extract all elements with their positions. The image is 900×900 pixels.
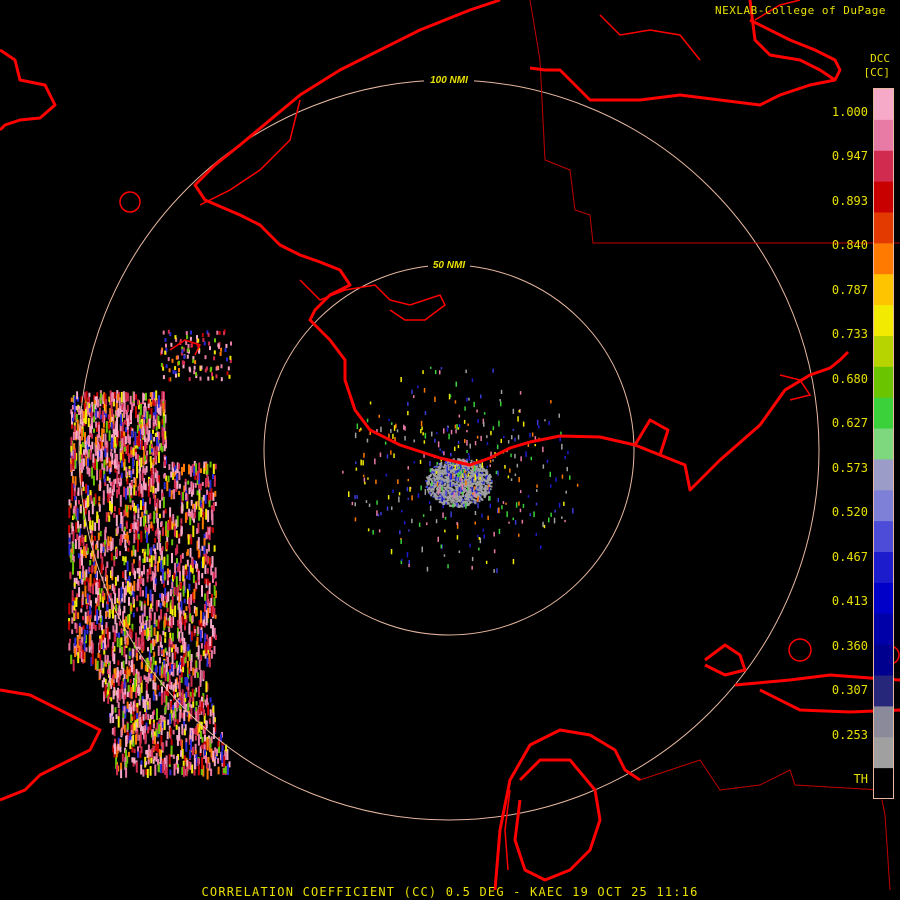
boundary-lines bbox=[529, 0, 900, 891]
legend-band bbox=[874, 243, 893, 275]
legend-tick: 0.947 bbox=[831, 149, 868, 163]
product-code: DCC bbox=[870, 52, 890, 65]
product-label: DCC [CC] bbox=[864, 52, 891, 80]
radar-echoes bbox=[68, 329, 579, 780]
legend-band bbox=[874, 552, 893, 584]
legend-tick: TH bbox=[853, 772, 868, 786]
radar-map: 50 NMI 100 NMI bbox=[0, 0, 900, 891]
legend-band bbox=[874, 305, 893, 337]
legend-tick: 0.733 bbox=[831, 327, 868, 341]
credit-text: NEXLAB-College of DuPage bbox=[715, 4, 886, 17]
product-unit: [CC] bbox=[863, 66, 891, 79]
legend-band bbox=[874, 737, 893, 769]
legend-band bbox=[874, 521, 893, 553]
ring-label-50: 50 NMI bbox=[433, 260, 465, 271]
legend-band bbox=[874, 768, 893, 800]
ring-label-100: 100 NMI bbox=[430, 75, 468, 86]
image-caption: CORRELATION COEFFICIENT (CC) 0.5 DEG - K… bbox=[201, 885, 699, 899]
legend-band bbox=[874, 706, 893, 738]
legend-band bbox=[874, 335, 893, 368]
legend-tick: 0.893 bbox=[831, 194, 868, 208]
legend-tick: 0.360 bbox=[831, 639, 868, 653]
legend-tick: 0.627 bbox=[831, 416, 868, 430]
legend-tick: 0.520 bbox=[831, 505, 868, 519]
legend-band bbox=[874, 119, 893, 152]
legend-tick: 0.573 bbox=[831, 461, 868, 475]
coastline-details bbox=[119, 0, 900, 871]
legend-band bbox=[874, 89, 893, 121]
legend-band bbox=[874, 212, 893, 244]
legend-band bbox=[874, 582, 893, 615]
legend-band bbox=[874, 274, 893, 306]
legend-band bbox=[874, 366, 893, 399]
legend-band bbox=[874, 675, 893, 707]
legend-band bbox=[874, 181, 893, 213]
legend-tick: 0.307 bbox=[831, 683, 868, 697]
legend-tick: 0.467 bbox=[831, 550, 868, 564]
legend-band bbox=[874, 428, 893, 460]
legend-band bbox=[874, 644, 893, 677]
range-ring-50nmi bbox=[263, 264, 635, 636]
legend-band bbox=[874, 613, 893, 646]
range-ring-100nmi bbox=[78, 79, 820, 821]
legend-band bbox=[874, 459, 893, 491]
legend-tick: 0.787 bbox=[831, 283, 868, 297]
legend-tick: 1.000 bbox=[831, 105, 868, 119]
legend-tick: 0.253 bbox=[831, 728, 868, 742]
legend-tick: 0.840 bbox=[831, 238, 868, 252]
legend-tick: 0.413 bbox=[831, 594, 868, 608]
legend-tick: 0.680 bbox=[831, 372, 868, 386]
legend-band bbox=[874, 150, 893, 183]
legend-band bbox=[874, 490, 893, 522]
legend-band bbox=[874, 397, 893, 430]
legend-colorbar bbox=[873, 88, 894, 800]
